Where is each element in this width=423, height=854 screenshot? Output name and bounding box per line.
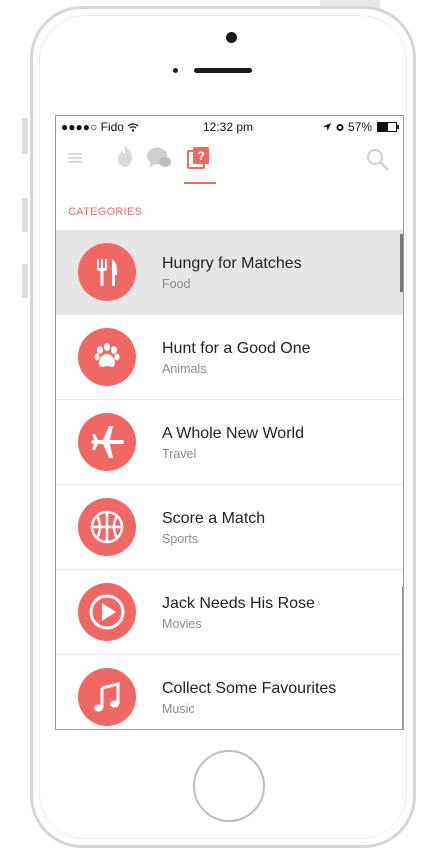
- clock: 12:32 pm: [203, 120, 254, 134]
- airplane-icon: [78, 413, 136, 471]
- battery-icon: [377, 122, 399, 132]
- categories-icon[interactable]: ?: [186, 146, 210, 170]
- category-subtitle: Food: [162, 277, 191, 291]
- category-row-animals[interactable]: Hunt for a Good One Animals: [56, 315, 403, 400]
- category-row-movies[interactable]: Jack Needs His Rose Movies: [56, 570, 403, 655]
- volume-down-button: [22, 264, 28, 298]
- category-title: Score a Match: [162, 510, 266, 527]
- wifi-icon: [127, 123, 139, 132]
- front-camera: [226, 32, 237, 43]
- fork-knife-icon: [78, 243, 136, 301]
- alarm-icon: [336, 124, 344, 131]
- category-row-travel[interactable]: A Whole New World Travel: [56, 400, 403, 485]
- section-header: CATEGORIES: [68, 206, 143, 218]
- category-title: A Whole New World: [162, 425, 304, 442]
- category-title: Hungry for Matches: [162, 255, 302, 272]
- category-subtitle: Sports: [162, 532, 199, 546]
- location-arrow-icon: [322, 123, 331, 131]
- category-subtitle: Travel: [162, 447, 197, 461]
- top-nav-bar: ?: [56, 138, 403, 184]
- menu-icon[interactable]: [68, 152, 82, 164]
- status-bar: ●●●●○ Fido 12:32 pm 57%: [56, 116, 403, 138]
- paw-icon: [78, 328, 136, 386]
- category-list: Hungry for Matches Food Hunt for a Good …: [56, 230, 403, 729]
- earpiece-speaker: [194, 68, 252, 73]
- volume-up-button: [22, 198, 28, 232]
- category-subtitle: Animals: [162, 362, 207, 376]
- flame-icon[interactable]: [116, 144, 134, 168]
- basketball-icon: [78, 498, 136, 556]
- search-icon[interactable]: [366, 148, 390, 172]
- category-title: Hunt for a Good One: [162, 340, 311, 357]
- category-title: Collect Some Favourites: [162, 680, 337, 697]
- active-tab-indicator: [184, 182, 216, 184]
- music-note-icon: [78, 668, 136, 726]
- scroll-edge: [402, 586, 403, 729]
- carrier-text: ●●●●○ Fido: [61, 120, 124, 134]
- category-subtitle: Movies: [162, 617, 202, 631]
- status-right: 57%: [322, 120, 399, 134]
- mute-switch: [22, 118, 28, 154]
- scrollbar-thumb[interactable]: [400, 234, 403, 292]
- category-row-food[interactable]: Hungry for Matches Food: [56, 230, 403, 315]
- app-screen: ●●●●○ Fido 12:32 pm 57% ? CATEGORIES Hun…: [55, 115, 404, 730]
- battery-percent: 57%: [347, 120, 372, 134]
- chat-icon[interactable]: [146, 146, 172, 170]
- home-button[interactable]: [193, 750, 265, 822]
- carrier-label: ●●●●○ Fido: [61, 120, 139, 134]
- categories-badge: ?: [197, 149, 204, 163]
- category-subtitle: Music: [162, 702, 195, 716]
- proximity-sensor: [173, 68, 178, 73]
- category-row-music[interactable]: Collect Some Favourites Music: [56, 655, 403, 729]
- category-title: Jack Needs His Rose: [162, 595, 315, 612]
- play-icon: [78, 583, 136, 641]
- category-row-sports[interactable]: Score a Match Sports: [56, 485, 403, 570]
